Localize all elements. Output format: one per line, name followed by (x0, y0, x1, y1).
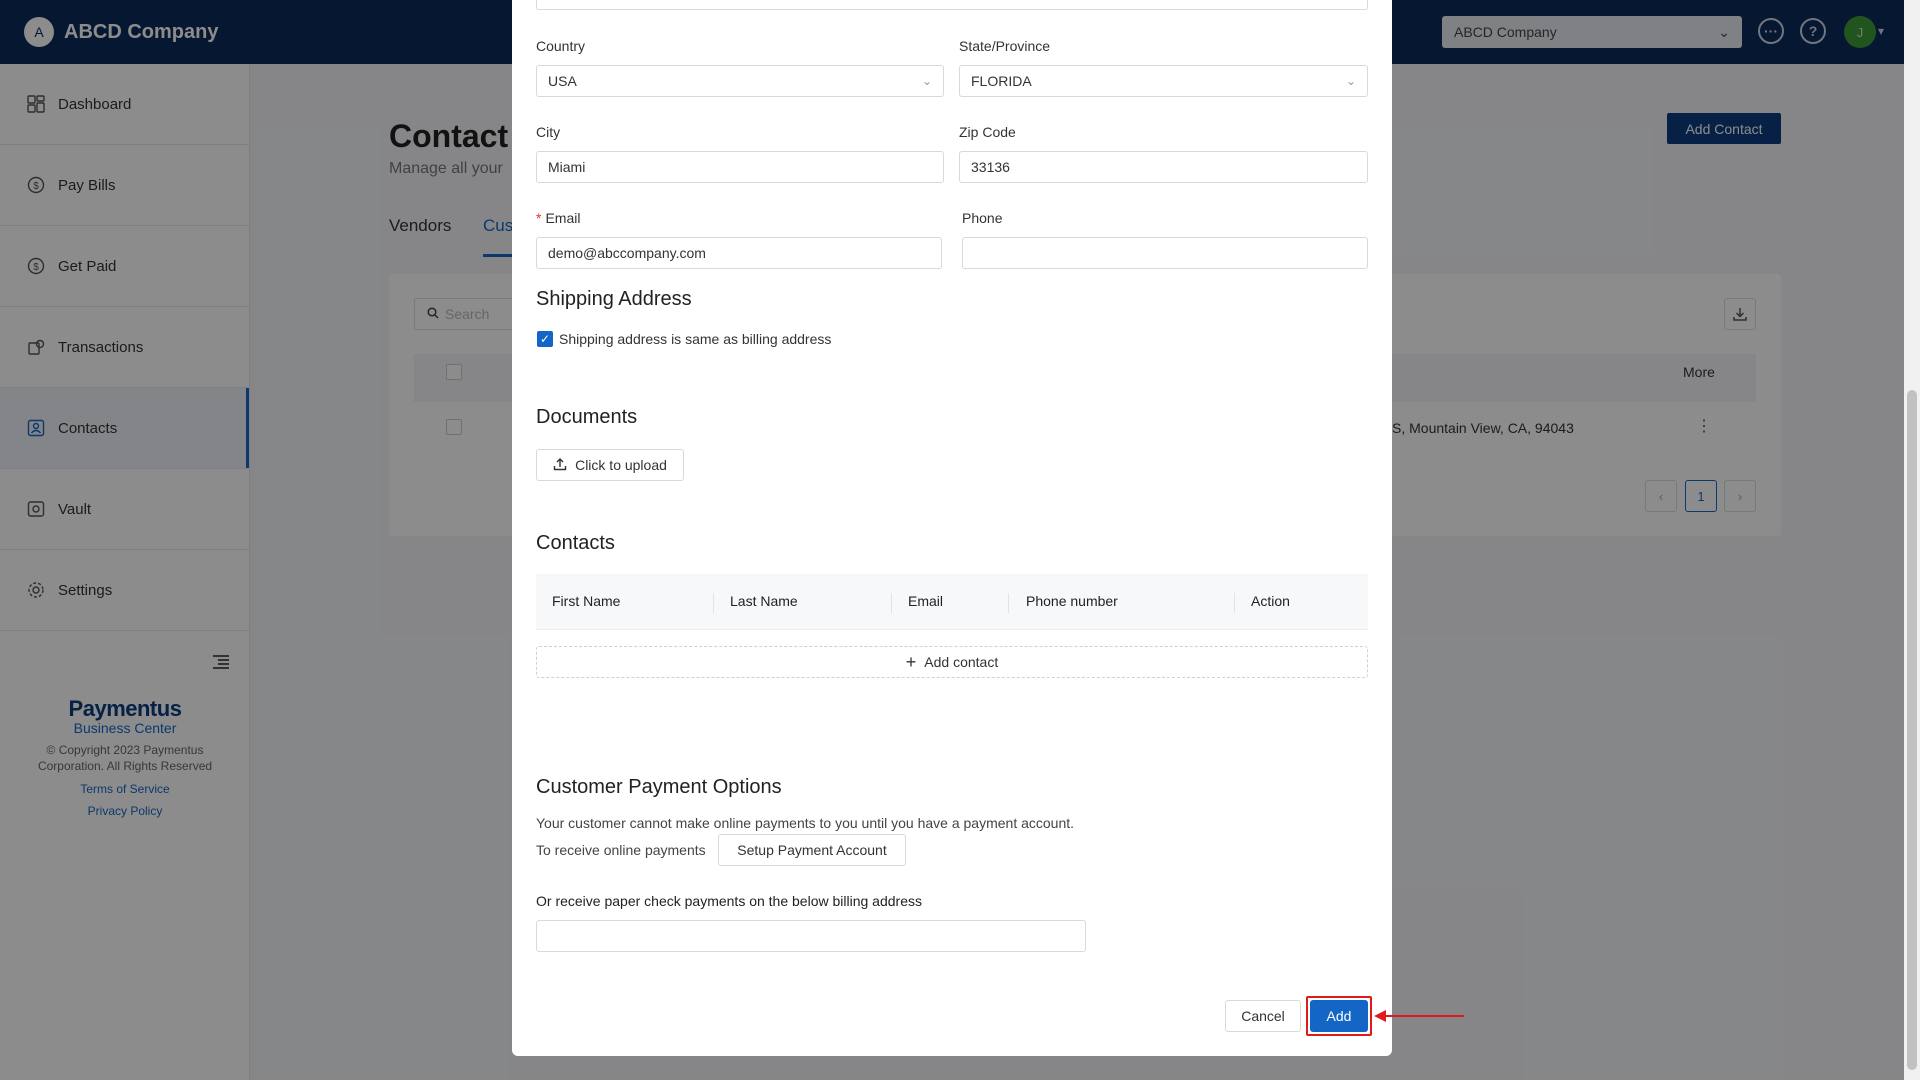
city-label: City (536, 124, 561, 140)
country-label: Country (536, 38, 586, 54)
column-divider (891, 593, 892, 613)
column-phone-number: Phone number (1026, 593, 1118, 609)
state-label: State/Province (959, 38, 1051, 54)
billing-address-field[interactable] (536, 920, 1086, 952)
upload-label: Click to upload (575, 457, 667, 473)
column-action: Action (1251, 593, 1290, 609)
address-field[interactable] (536, 0, 1368, 10)
upload-icon (553, 457, 567, 474)
zip-label: Zip Code (959, 124, 1016, 140)
paper-check-label: Or receive paper check payments on the b… (536, 893, 922, 909)
payment-note: Your customer cannot make online payment… (536, 815, 1075, 831)
column-email: Email (908, 593, 944, 609)
documents-title: Documents (536, 406, 638, 428)
column-divider (713, 593, 714, 613)
country-select[interactable]: USA ⌄ (536, 65, 944, 97)
chevron-down-icon: ⌄ (921, 74, 932, 88)
add-button-highlight (1306, 996, 1372, 1036)
annotation-arrow (1384, 1015, 1464, 1017)
column-last-name: Last Name (730, 593, 798, 609)
state-select[interactable]: FLORIDA ⌄ (959, 65, 1368, 97)
zip-value: 33136 (971, 159, 1010, 175)
contacts-title: Contacts (536, 532, 615, 554)
phone-label: Phone (962, 210, 1003, 226)
setup-payment-account-button[interactable]: Setup Payment Account (718, 834, 906, 866)
same-as-billing-label[interactable]: Shipping address is same as billing addr… (559, 331, 831, 347)
contacts-table-header: First Name Last Name Email Phone number … (536, 574, 1368, 630)
add-contact-row-button[interactable]: + Add contact (536, 646, 1368, 678)
cancel-button[interactable]: Cancel (1225, 1000, 1301, 1032)
city-value: Miami (548, 159, 586, 175)
upload-button[interactable]: Click to upload (536, 449, 684, 481)
zip-field[interactable]: 33136 (959, 151, 1368, 183)
country-value: USA (548, 73, 577, 89)
payment-options-title: Customer Payment Options (536, 776, 782, 798)
same-as-billing-checkbox[interactable]: ✓ (537, 331, 553, 347)
phone-field[interactable] (962, 237, 1368, 269)
email-label: * Email (536, 210, 581, 226)
state-value: FLORIDA (971, 73, 1032, 89)
city-field[interactable]: Miami (536, 151, 944, 183)
shipping-address-title: Shipping Address (536, 288, 692, 310)
required-marker: * (536, 210, 542, 226)
add-contact-label: Add contact (924, 654, 999, 670)
scrollbar-thumb[interactable] (1907, 390, 1917, 1070)
column-divider (1234, 593, 1235, 613)
column-divider (1008, 593, 1009, 613)
plus-icon: + (905, 651, 917, 672)
column-first-name: First Name (552, 593, 621, 609)
email-value: demo@abccompany.com (548, 245, 706, 261)
receive-online-label: To receive online payments (536, 842, 706, 858)
chevron-down-icon: ⌄ (1345, 74, 1356, 88)
email-field[interactable]: demo@abccompany.com (536, 237, 942, 269)
